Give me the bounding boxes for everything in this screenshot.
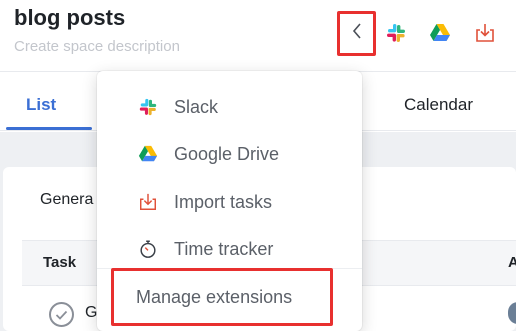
menu-item-label: Google Drive (174, 143, 280, 164)
column-header-assignee[interactable]: A (508, 254, 516, 271)
task-complete-checkbox[interactable] (49, 302, 74, 327)
import-tasks-icon (138, 192, 158, 212)
google-drive-icon (138, 144, 158, 164)
stopwatch-icon (138, 239, 158, 259)
import-tasks-extension-button[interactable] (474, 22, 496, 44)
group-label[interactable]: Genera (40, 191, 93, 209)
slack-extension-button[interactable] (385, 22, 407, 44)
check-icon (55, 310, 68, 320)
slack-icon (385, 22, 407, 44)
space-header: blog posts Create space description (0, 0, 516, 72)
space-description-field[interactable]: Create space description (14, 38, 180, 55)
menu-item-import-tasks[interactable]: Import tasks (97, 182, 362, 222)
google-drive-icon (429, 22, 451, 44)
menu-item-label: Slack (174, 96, 219, 117)
menu-item-label: Import tasks (174, 191, 273, 212)
menu-item-google-drive[interactable]: Google Drive (97, 134, 362, 174)
import-tasks-icon (474, 22, 496, 44)
manage-extensions-label: Manage extensions (136, 287, 293, 307)
column-header-task[interactable]: Task (43, 254, 76, 271)
google-drive-extension-button[interactable] (429, 22, 451, 44)
task-name[interactable]: G (85, 304, 97, 322)
menu-item-slack[interactable]: Slack (97, 87, 362, 127)
chevron-left-icon (351, 22, 363, 45)
active-tab-indicator (6, 127, 92, 130)
collapse-extensions-button[interactable] (337, 11, 376, 56)
slack-icon (138, 97, 158, 117)
menu-item-label: Time tracker (174, 238, 274, 259)
tab-calendar[interactable]: Calendar (404, 95, 473, 115)
space-title[interactable]: blog posts (14, 5, 125, 31)
menu-item-time-tracker[interactable]: Time tracker (97, 229, 362, 269)
tab-list[interactable]: List (26, 95, 56, 115)
